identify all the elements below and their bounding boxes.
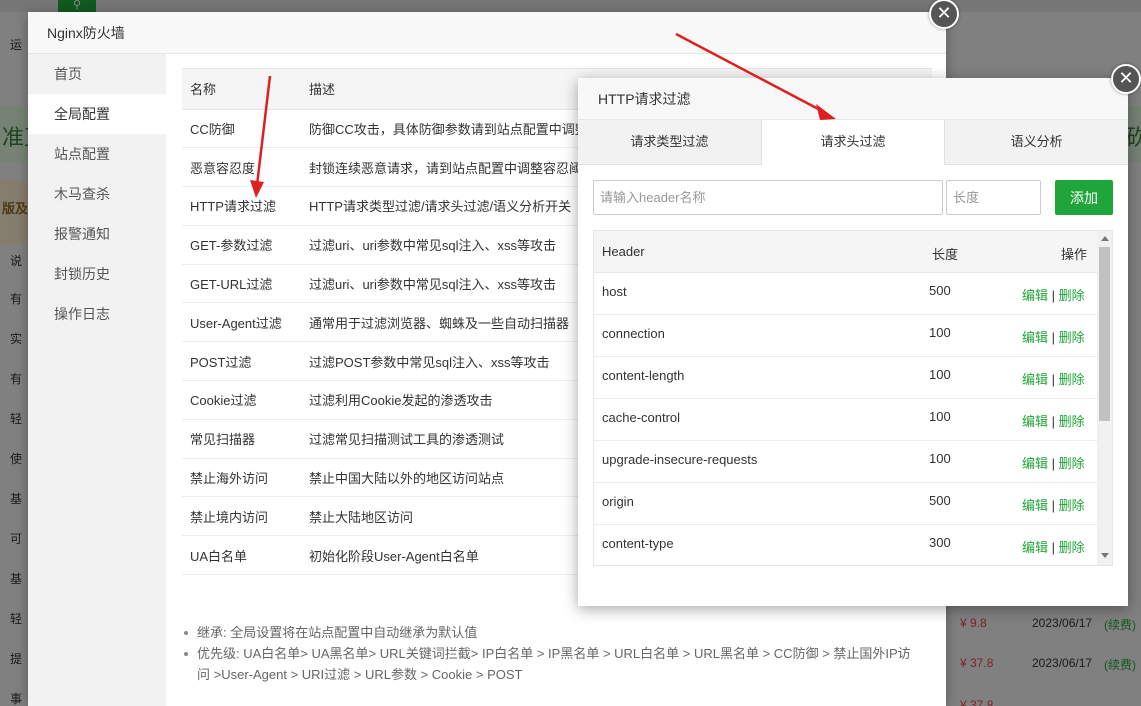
rule-name: POST过滤: [182, 341, 301, 382]
rule-name: Cookie过滤: [182, 380, 301, 420]
action-separator: |: [1051, 498, 1056, 513]
header-length: 500: [929, 283, 951, 298]
header-name: host: [602, 284, 627, 299]
rule-name: HTTP请求过滤: [182, 186, 301, 226]
header-length: 100: [929, 367, 951, 382]
nav-item-home[interactable]: 首页: [28, 54, 166, 94]
note-priority: 优先级: UA白名单> UA黑名单> URL关键词拦截> IP白名单 > IP黑…: [180, 643, 920, 685]
nav-item-trojan-scan[interactable]: 木马查杀: [28, 174, 166, 214]
nav-item-global-config[interactable]: 全局配置: [28, 94, 166, 134]
edit-link[interactable]: 编辑: [1022, 498, 1048, 513]
header-length: 100: [929, 325, 951, 340]
column-header-ops: 操作: [1061, 247, 1088, 262]
side-nav: 首页 全局配置 站点配置 木马查杀 报警通知 封锁历史 操作日志: [28, 54, 166, 706]
delete-link[interactable]: 删除: [1059, 372, 1085, 387]
row-actions: 编辑 | 删除: [1022, 285, 1085, 304]
tab-request-header-filter[interactable]: 请求头过滤: [761, 120, 946, 165]
column-header-header: Header: [602, 244, 645, 259]
rule-name: 禁止海外访问: [182, 458, 301, 498]
notes-list: 继承: 全局设置将在站点配置中自动继承为默认值 优先级: UA白名单> UA黑名…: [180, 622, 920, 685]
header-name: origin: [602, 494, 634, 509]
rule-name: 恶意容忍度: [182, 147, 301, 188]
edit-link[interactable]: 编辑: [1022, 456, 1048, 471]
nav-item-site-config[interactable]: 站点配置: [28, 134, 166, 174]
row-actions: 编辑 | 删除: [1022, 495, 1085, 514]
close-icon[interactable]: ✕: [1111, 64, 1141, 94]
table-row: content-type 300 编辑 | 删除: [594, 525, 1097, 565]
column-header-name: 名称: [182, 69, 301, 110]
tab-semantic-analysis[interactable]: 语义分析: [945, 120, 1128, 164]
delete-link[interactable]: 删除: [1059, 288, 1085, 303]
delete-link[interactable]: 删除: [1059, 498, 1085, 513]
header-name: connection: [602, 326, 665, 341]
edit-link[interactable]: 编辑: [1022, 330, 1048, 345]
header-name: upgrade-insecure-requests: [602, 452, 758, 467]
row-actions: 编辑 | 删除: [1022, 327, 1085, 346]
scrollbar[interactable]: [1097, 231, 1112, 565]
table-header-row: Header 长度 操作: [594, 231, 1097, 273]
note-inherit: 继承: 全局设置将在站点配置中自动继承为默认值: [180, 622, 920, 643]
scroll-up-arrow-icon[interactable]: [1101, 236, 1109, 241]
rule-name: CC防御: [182, 109, 301, 149]
tab-request-type-filter[interactable]: 请求类型过滤: [578, 120, 762, 164]
table-row: cache-control 100 编辑 | 删除: [594, 399, 1097, 441]
http-filter-dialog: HTTP请求过滤 请求类型过滤 请求头过滤 语义分析 添加 Header 长度 …: [578, 78, 1128, 606]
table-row: content-length 100 编辑 | 删除: [594, 357, 1097, 399]
rule-name: User-Agent过滤: [182, 302, 301, 343]
nav-item-block-history[interactable]: 封锁历史: [28, 254, 166, 294]
dialog-title: Nginx防火墙: [28, 12, 946, 54]
header-name: content-type: [602, 536, 674, 551]
column-header-length: 长度: [932, 247, 959, 262]
row-actions: 编辑 | 删除: [1022, 369, 1085, 388]
edit-link[interactable]: 编辑: [1022, 414, 1048, 429]
row-actions: 编辑 | 删除: [1022, 453, 1085, 472]
header-name: content-length: [602, 368, 685, 383]
rule-name: GET-参数过滤: [182, 225, 301, 265]
close-icon[interactable]: ✕: [929, 0, 959, 29]
delete-link[interactable]: 删除: [1059, 456, 1085, 471]
header-name: cache-control: [602, 410, 681, 425]
action-separator: |: [1051, 372, 1056, 387]
rule-name: 禁止境内访问: [182, 496, 301, 537]
header-length: 500: [929, 493, 951, 508]
header-name-input[interactable]: [593, 180, 943, 215]
edit-link[interactable]: 编辑: [1022, 540, 1048, 555]
header-length: 100: [929, 451, 951, 466]
edit-link[interactable]: 编辑: [1022, 288, 1048, 303]
nav-item-alert-notify[interactable]: 报警通知: [28, 214, 166, 254]
add-button[interactable]: 添加: [1055, 180, 1113, 215]
delete-link[interactable]: 删除: [1059, 540, 1085, 555]
edit-link[interactable]: 编辑: [1022, 372, 1048, 387]
row-actions: 编辑 | 删除: [1022, 537, 1085, 556]
rule-name: 常见扫描器: [182, 419, 301, 459]
table-row: origin 500 编辑 | 删除: [594, 483, 1097, 525]
delete-link[interactable]: 删除: [1059, 330, 1085, 345]
scroll-down-arrow-icon[interactable]: [1101, 553, 1109, 558]
table-row: upgrade-insecure-requests 100 编辑 | 删除: [594, 441, 1097, 483]
header-length: 300: [929, 535, 951, 550]
nav-item-operation-log[interactable]: 操作日志: [28, 294, 166, 334]
filter-tabs: 请求类型过滤 请求头过滤 语义分析: [578, 120, 1128, 165]
action-separator: |: [1051, 330, 1056, 345]
header-rules-table: Header 长度 操作 host 500 编辑 | 删除 connection 100…: [593, 230, 1113, 566]
delete-link[interactable]: 删除: [1059, 414, 1085, 429]
action-separator: |: [1051, 540, 1056, 555]
scrollbar-thumb[interactable]: [1099, 247, 1110, 421]
action-separator: |: [1051, 456, 1056, 471]
header-length: 100: [929, 409, 951, 424]
row-actions: 编辑 | 删除: [1022, 411, 1085, 430]
table-row: host 500 编辑 | 删除: [594, 273, 1097, 315]
length-input[interactable]: [946, 180, 1041, 215]
dialog-title: HTTP请求过滤: [578, 78, 1128, 120]
table-row: connection 100 编辑 | 删除: [594, 315, 1097, 357]
action-separator: |: [1051, 414, 1056, 429]
action-separator: |: [1051, 288, 1056, 303]
rule-name: UA白名单: [182, 535, 301, 576]
rule-name: GET-URL过滤: [182, 264, 301, 304]
